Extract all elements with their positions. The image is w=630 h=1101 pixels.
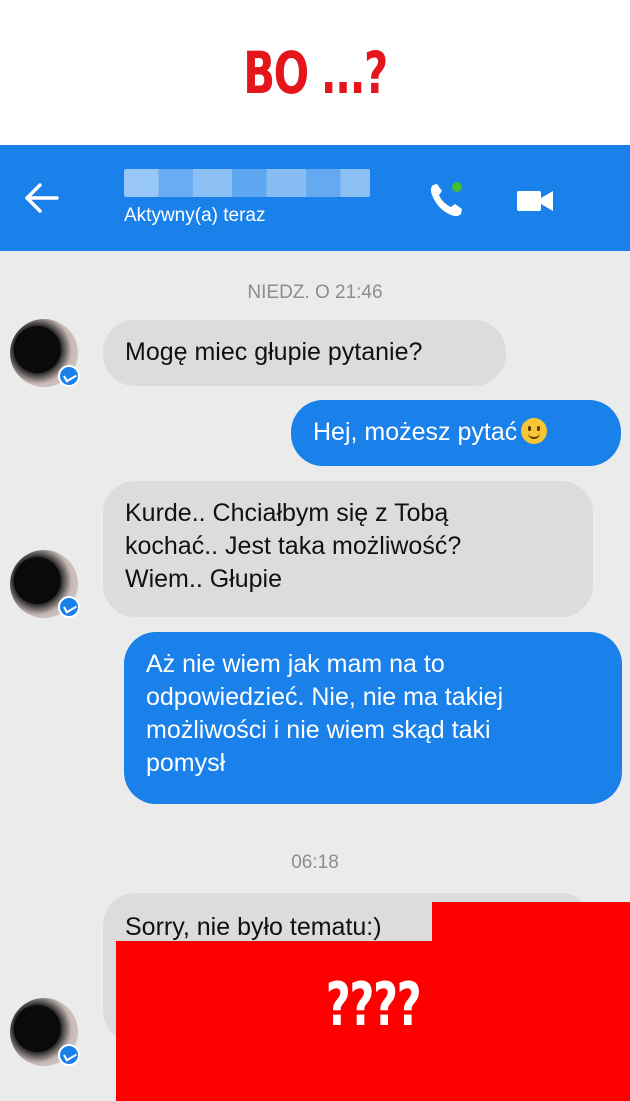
phone-icon[interactable] <box>425 179 467 221</box>
timestamp-divider: NIEDZ. O 21:46 <box>247 282 383 303</box>
contact-name-redacted[interactable] <box>124 169 370 197</box>
message-line: pomysł <box>146 749 226 777</box>
message-line: Kurde.. Chciałbym się z Tobą <box>125 499 449 527</box>
message-bubble-outgoing[interactable]: Hej, możesz pytać <box>291 400 621 466</box>
overlay-block <box>432 902 630 943</box>
chat-header: Aktywny(a) teraz <box>0 145 630 251</box>
message-line: Aż nie wiem jak mam na to <box>146 650 445 678</box>
message-bubble-incoming[interactable]: Kurde.. Chciałbym się z Tobą kochać.. Je… <box>103 481 593 617</box>
message-line: Wiem.. Głupie <box>125 565 282 593</box>
smiley-emoji-icon <box>521 418 548 444</box>
messenger-badge-icon <box>58 596 80 618</box>
timestamp-divider: 06:18 <box>291 852 339 873</box>
back-arrow-icon[interactable] <box>22 181 60 215</box>
video-camera-icon[interactable] <box>515 187 555 215</box>
message-bubble-outgoing[interactable]: Aż nie wiem jak mam na to odpowiedzieć. … <box>124 632 622 804</box>
banner-title: BO ...? <box>243 38 388 107</box>
message-line: Hej, możesz pytać <box>313 416 599 449</box>
message-line: kochać.. Jest taka możliwość? <box>125 532 462 560</box>
message-line: Mogę miec głupie pytanie? <box>125 338 423 366</box>
messenger-badge-icon <box>58 1044 80 1066</box>
message-line: możliwości i nie wiem skąd taki <box>146 716 491 744</box>
overlay-question-text: ???? <box>325 970 422 1040</box>
message-line: odpowiedzieć. Nie, nie ma takiej <box>146 683 504 711</box>
active-status: Aktywny(a) teraz <box>124 205 266 226</box>
message-bubble-incoming[interactable]: Mogę miec głupie pytanie? <box>103 320 506 386</box>
messenger-badge-icon <box>58 365 80 387</box>
